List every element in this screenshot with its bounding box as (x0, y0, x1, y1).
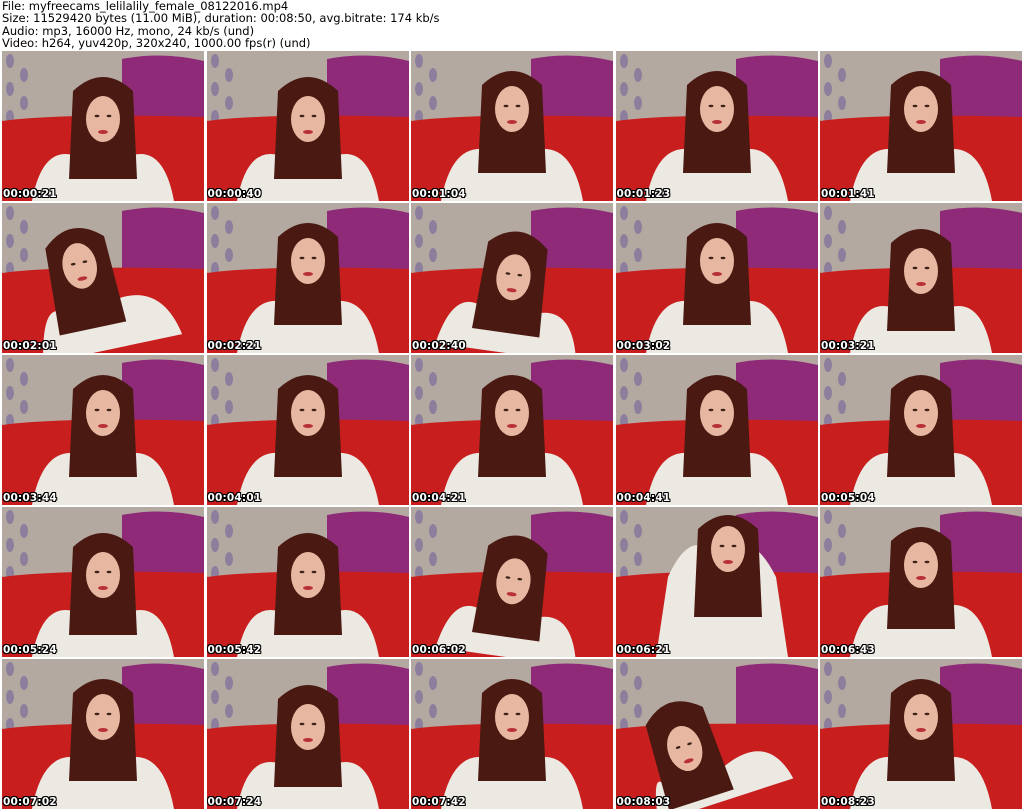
thumbnail-frame-image (2, 51, 204, 201)
thumbnail-timestamp: 00:06:43 (821, 644, 875, 656)
video-thumbnail: 00:04:01 (206, 355, 409, 505)
video-thumbnail: 00:01:04 (411, 51, 613, 201)
thumbnail-timestamp: 00:03:44 (3, 492, 57, 504)
thumbnail-timestamp: 00:05:24 (3, 644, 57, 656)
thumbnail-frame-image (206, 659, 409, 809)
thumbnail-frame-image (820, 507, 1022, 657)
thumbnail-grid: 00:00:21 00:00:40 00:01:04 00:01:23 00:01:41… (2, 51, 1022, 809)
thumbnail-timestamp: 00:07:42 (412, 796, 466, 808)
video-info-header: File: myfreecams_lelilalily_female_08122… (2, 0, 1022, 50)
thumbnail-timestamp: 00:02:40 (412, 340, 466, 352)
video-thumbnail: 00:05:24 (2, 507, 204, 657)
video-thumbnail: 00:08:03 (615, 659, 818, 809)
thumbnail-timestamp: 00:01:04 (412, 188, 466, 200)
thumbnail-timestamp: 00:03:02 (616, 340, 671, 352)
thumbnail-timestamp: 00:04:41 (616, 492, 671, 504)
thumbnail-timestamp: 00:05:42 (207, 644, 262, 656)
thumbnail-frame-image (206, 507, 409, 657)
video-thumbnail: 00:04:21 (411, 355, 613, 505)
thumbnail-timestamp: 00:00:40 (207, 188, 262, 200)
thumbnail-timestamp: 00:04:01 (207, 492, 262, 504)
thumbnail-timestamp: 00:01:23 (616, 188, 671, 200)
video-thumbnail: 00:06:02 (411, 507, 613, 657)
video-thumbnail: 00:02:01 (2, 203, 204, 353)
thumbnail-timestamp: 00:07:24 (207, 796, 262, 808)
video-thumbnail: 00:02:21 (206, 203, 409, 353)
video-thumbnail: 00:07:02 (2, 659, 204, 809)
thumbnail-timestamp: 00:06:21 (616, 644, 671, 656)
thumbnail-frame-image (206, 355, 409, 505)
thumbnail-frame-image (206, 51, 409, 201)
video-thumbnail: 00:06:43 (820, 507, 1022, 657)
video-info-line: Video: h264, yuv420p, 320x240, 1000.00 f… (2, 35, 311, 50)
thumbnail-timestamp: 00:07:02 (3, 796, 57, 808)
thumbnail-frame-image (820, 355, 1022, 505)
video-thumbnail: 00:05:42 (206, 507, 409, 657)
video-thumbnail: 00:04:41 (615, 355, 818, 505)
thumbnail-timestamp: 00:03:21 (821, 340, 875, 352)
thumbnail-timestamp: 00:02:01 (3, 340, 57, 352)
thumbnail-timestamp: 00:05:04 (821, 492, 875, 504)
video-thumbnail: 00:00:40 (206, 51, 409, 201)
thumbnail-frame-image (411, 203, 613, 353)
thumbnail-frame-image (615, 507, 818, 657)
video-thumbnail: 00:01:41 (820, 51, 1022, 201)
thumbnail-frame-image (615, 659, 818, 809)
thumbnail-frame-image (411, 355, 613, 505)
video-thumbnail: 00:03:02 (615, 203, 818, 353)
thumbnail-timestamp: 00:00:21 (3, 188, 57, 200)
thumbnail-frame-image (411, 51, 613, 201)
thumbnail-timestamp: 00:04:21 (412, 492, 466, 504)
video-thumbnail: 00:05:04 (820, 355, 1022, 505)
video-thumbnail: 00:03:21 (820, 203, 1022, 353)
thumbnail-frame-image (615, 203, 818, 353)
video-thumbnail: 00:00:21 (2, 51, 204, 201)
thumbnail-timestamp: 00:06:02 (412, 644, 466, 656)
thumbnail-timestamp: 00:01:41 (821, 188, 875, 200)
video-thumbnail: 00:06:21 (615, 507, 818, 657)
thumbnail-timestamp: 00:08:23 (821, 796, 875, 808)
thumbnail-frame-image (820, 51, 1022, 201)
file-size-line: Size: 11529420 bytes (11.00 MiB), durati… (2, 11, 440, 26)
thumbnail-frame-image (820, 659, 1022, 809)
thumbnail-frame-image (2, 203, 204, 353)
video-thumbnail: 00:07:42 (411, 659, 613, 809)
video-thumbnail: 00:07:24 (206, 659, 409, 809)
video-thumbnail: 00:08:23 (820, 659, 1022, 809)
video-thumbnail: 00:02:40 (411, 203, 613, 353)
video-thumbnail: 00:03:44 (2, 355, 204, 505)
video-thumbnail: 00:01:23 (615, 51, 818, 201)
thumbnail-frame-image (2, 659, 204, 809)
thumbnail-frame-image (2, 507, 204, 657)
thumbnail-frame-image (411, 659, 613, 809)
thumbnail-frame-image (411, 507, 613, 657)
thumbnail-timestamp: 00:08:03 (616, 796, 671, 808)
thumbnail-frame-image (615, 355, 818, 505)
thumbnail-frame-image (615, 51, 818, 201)
thumbnail-frame-image (2, 355, 204, 505)
thumbnail-frame-image (206, 203, 409, 353)
thumbnail-frame-image (820, 203, 1022, 353)
thumbnail-timestamp: 00:02:21 (207, 340, 262, 352)
